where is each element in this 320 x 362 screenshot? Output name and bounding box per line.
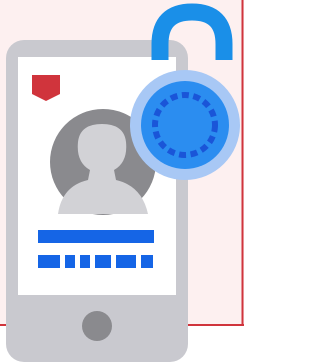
password-dash: [38, 255, 60, 268]
illustration-svg: [0, 0, 244, 362]
home-button: [82, 311, 112, 341]
password-field: [38, 255, 153, 268]
password-dash: [116, 255, 136, 268]
illustration-scene: [0, 0, 244, 362]
password-dash: [80, 255, 90, 268]
name-bar: [38, 230, 154, 243]
password-dash: [141, 255, 153, 268]
password-dash: [65, 255, 75, 268]
password-dash: [95, 255, 111, 268]
